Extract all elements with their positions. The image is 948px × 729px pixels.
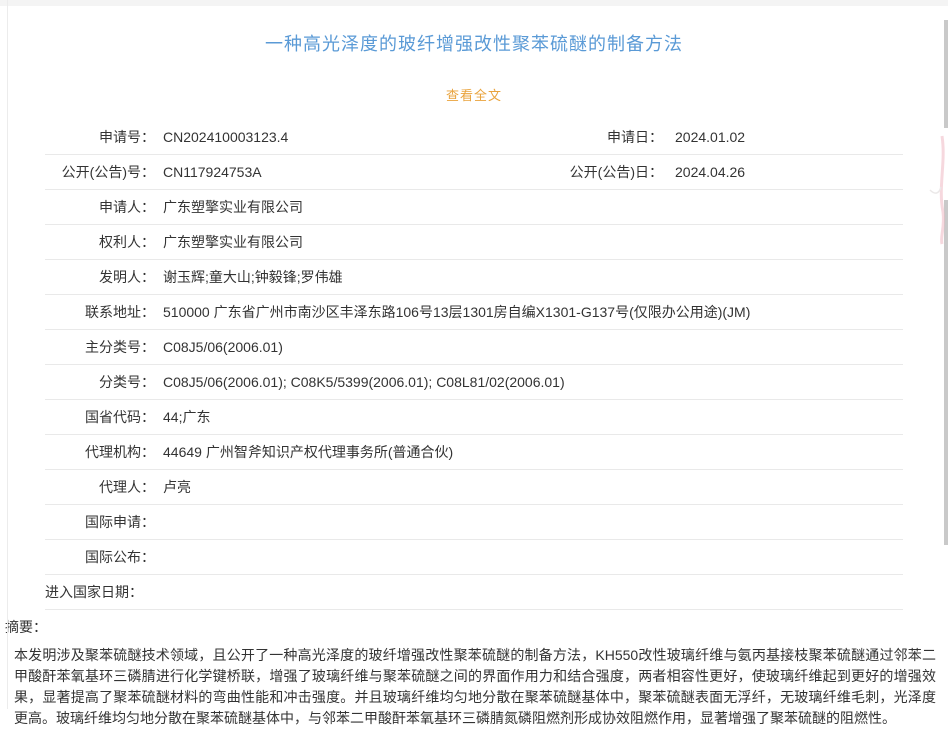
field-label: 代理人： (45, 477, 155, 497)
field-value: 510000 广东省广州市南沙区丰泽东路106号13层1301房自编X1301-… (155, 302, 903, 322)
field-label: 主分类号： (45, 337, 155, 357)
abstract-text: 本发明涉及聚苯硫醚技术领域，且公开了一种高光泽度的玻纤增强改性聚苯硫醚的制备方法… (14, 645, 936, 729)
table-row-applicant: 申请人： 广东塑擎实业有限公司 (45, 190, 903, 225)
page-left-border (7, 0, 8, 709)
abstract-label: 摘要： (5, 617, 47, 637)
field-label: 分类号： (45, 372, 155, 392)
table-row-international-application: 国际申请： (45, 505, 903, 540)
page-top-band (0, 0, 948, 6)
field-label: 进入国家日期： (45, 582, 143, 602)
field-value: 44;广东 (155, 407, 903, 427)
scrollbar[interactable] (944, 200, 948, 545)
table-row-inventors: 发明人： 谢玉辉;童大山;钟毅锋;罗伟雄 (45, 260, 903, 295)
field-value: C08J5/06(2006.01); C08K5/5399(2006.01); … (155, 374, 903, 390)
field-label: 申请日： (503, 127, 663, 147)
field-value: 广东塑擎实业有限公司 (155, 197, 903, 217)
table-row-agency: 代理机构： 44649 广州智斧知识产权代理事务所(普通合伙) (45, 435, 903, 470)
field-value: 2024.01.02 (663, 129, 903, 145)
table-row-agent: 代理人： 卢亮 (45, 470, 903, 505)
field-value: 卢亮 (155, 477, 903, 497)
header: 一种高光泽度的玻纤增强改性聚苯硫醚的制备方法 查看全文 (0, 0, 948, 105)
field-label: 申请人： (45, 197, 155, 217)
patent-title: 一种高光泽度的玻纤增强改性聚苯硫醚的制备方法 (0, 32, 948, 56)
field-label: 公开(公告)日： (503, 162, 663, 182)
table-row-application-number: 申请号： CN202410003123.4 申请日： 2024.01.02 (45, 120, 903, 155)
view-full-text-link[interactable]: 查看全文 (446, 85, 502, 104)
field-label: 公开(公告)号： (45, 162, 155, 182)
field-value: C08J5/06(2006.01) (155, 339, 903, 355)
scrollbar[interactable] (944, 20, 948, 128)
field-label: 联系地址： (45, 302, 155, 322)
table-row-national-entry-date: 进入国家日期： (45, 575, 903, 610)
table-row-contact-address: 联系地址： 510000 广东省广州市南沙区丰泽东路106号13层1301房自编… (45, 295, 903, 330)
field-label: 国际公布： (45, 547, 155, 567)
field-value: 谢玉辉;童大山;钟毅锋;罗伟雄 (155, 267, 903, 287)
table-row-rights-holder: 权利人： 广东塑擎实业有限公司 (45, 225, 903, 260)
field-label: 代理机构： (45, 442, 155, 462)
table-row-province-code: 国省代码： 44;广东 (45, 400, 903, 435)
field-value: 广东塑擎实业有限公司 (155, 232, 903, 252)
field-value: 44649 广州智斧知识产权代理事务所(普通合伙) (155, 442, 903, 462)
table-row-publication-number: 公开(公告)号： CN117924753A 公开(公告)日： 2024.04.2… (45, 155, 903, 190)
abstract-label-row: 摘要： (0, 610, 948, 644)
field-label: 发明人： (45, 267, 155, 287)
field-value: CN202410003123.4 (155, 129, 503, 145)
patent-info-table: 申请号： CN202410003123.4 申请日： 2024.01.02 公开… (45, 120, 903, 610)
field-label: 国际申请： (45, 512, 155, 532)
field-label: 国省代码： (45, 407, 155, 427)
field-label: 申请号： (45, 127, 155, 147)
table-row-classification: 分类号： C08J5/06(2006.01); C08K5/5399(2006.… (45, 365, 903, 400)
table-row-international-publication: 国际公布： (45, 540, 903, 575)
field-value: 2024.04.26 (663, 164, 903, 180)
field-value: CN117924753A (155, 164, 503, 180)
field-label: 权利人： (45, 232, 155, 252)
table-row-main-classification: 主分类号： C08J5/06(2006.01) (45, 330, 903, 365)
